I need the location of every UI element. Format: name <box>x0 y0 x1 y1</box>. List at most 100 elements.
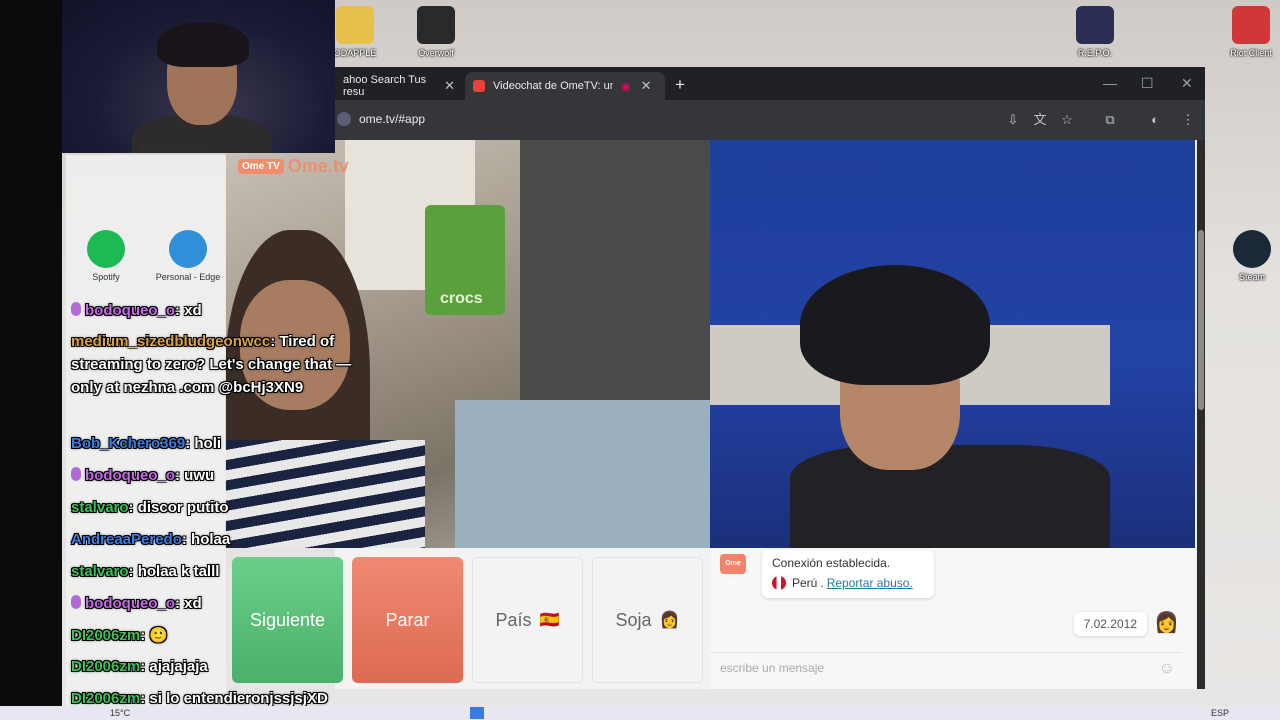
chat-user: bodoqueo_o <box>85 467 175 484</box>
tab-bar: ahoo Search Tus resu ✕ Videochat de OmeT… <box>335 67 1205 100</box>
remote-video <box>710 140 1195 548</box>
left-black-bar <box>0 0 62 720</box>
chat-line: stalvaro: discor putito <box>71 499 229 516</box>
stop-label: Parar <box>385 609 430 630</box>
site-info-icon[interactable] <box>337 112 351 126</box>
extensions-icon[interactable]: ⧉ <box>1102 112 1118 128</box>
chat-text: holaa <box>191 531 231 548</box>
message-input[interactable]: escribe un mensaje <box>710 652 1180 682</box>
desktop-icon-repo[interactable]: R.E.P.O. <box>1060 6 1130 58</box>
partner-avatar-icon: 👩 <box>1154 612 1179 634</box>
install-app-icon[interactable]: ⇩ <box>1005 112 1021 128</box>
tab-ometv[interactable]: Videochat de OmeTV: una ◉ ✕ <box>465 72 665 100</box>
language-indicator[interactable]: ESP <box>1211 708 1229 718</box>
desktop-icon-label: Personal - Edge <box>155 272 221 282</box>
ometv-favicon-icon <box>473 80 485 92</box>
chat-user: AndreaaPeredo <box>71 531 182 548</box>
mic-icon <box>71 595 81 609</box>
date-badge: 7.02.2012 <box>1073 612 1147 636</box>
close-icon[interactable]: ✕ <box>641 78 652 94</box>
chat-text: xd <box>184 595 202 612</box>
chat-user: bodoqueo_o <box>85 595 175 612</box>
next-button[interactable]: Siguiente <box>232 557 343 683</box>
chat-panel: Ome TV Conexión establecida. Perú . Repo… <box>710 548 1195 689</box>
recording-icon: ◉ <box>621 80 631 93</box>
chat-line: DI2006zm: ajajajaja <box>71 658 208 675</box>
scrollbar-thumb[interactable] <box>1198 230 1204 410</box>
minimize-button[interactable]: — <box>1103 75 1117 91</box>
address-bar: ome.tv/#app ⇩ 文 ☆ ⧉ ◐ ⋮ <box>335 100 1205 140</box>
chat-user: stalvaro <box>71 563 129 580</box>
chat-text: holi <box>194 435 222 452</box>
close-icon[interactable]: ✕ <box>444 78 455 94</box>
spotify-icon <box>87 230 125 268</box>
desktop-icon-edge-personal[interactable]: Personal - Edge <box>153 230 223 282</box>
desktop-icon-label: Spotify <box>92 272 120 282</box>
desktop-icon-label: Overwolf <box>418 48 454 58</box>
chat-line: Bob_Kchero369: holi <box>71 435 222 452</box>
connected-text: Conexión establecida. <box>772 556 891 570</box>
desktop-icon-label: Steam <box>1238 272 1265 282</box>
new-tab-button[interactable]: + <box>675 75 685 95</box>
mic-icon <box>71 302 81 316</box>
menu-icon[interactable]: ⋮ <box>1180 112 1196 128</box>
emoji-icon[interactable]: ☺ <box>1159 660 1175 678</box>
chat-user: bodoqueo_o <box>85 302 175 319</box>
chat-text: si lo entendieronjssjsjXD <box>149 690 328 707</box>
country-text: Perú <box>792 576 818 590</box>
chat-line: bodoqueo_o: xd <box>71 299 202 322</box>
peru-flag-icon <box>772 576 786 590</box>
chat-user: DI2006zm <box>71 658 141 675</box>
chat-text: holaa k talll <box>137 563 220 580</box>
chat-line: DI2006zm: 🙂 <box>71 627 169 644</box>
desktop-icon-edge[interactable]: Microsoft Edge <box>136 143 206 153</box>
desktop-icon-overwolf[interactable]: Overwolf <box>401 6 471 58</box>
ometv-logo-box: Ome TV <box>238 159 284 174</box>
next-label: Siguiente <box>249 609 326 630</box>
weather-text[interactable]: 15°C <box>110 708 130 718</box>
country-button[interactable]: País 🇪🇸 <box>472 557 583 683</box>
report-abuse-link[interactable]: Reportar abuso. <box>827 576 913 590</box>
desktop-icon-label: Riot Client <box>1230 48 1272 58</box>
repo-icon <box>1076 6 1114 44</box>
maximize-button[interactable]: ☐ <box>1141 75 1154 92</box>
translate-icon[interactable]: 文 <box>1032 112 1048 128</box>
woman-icon: 👩 <box>659 612 680 629</box>
tab-yahoo[interactable]: ahoo Search Tus resu ✕ <box>335 72 463 100</box>
tab-label: Videochat de OmeTV: una <box>493 80 613 92</box>
chat-line: medium_sizedbludgeonwcc: Tired of stream… <box>71 333 352 396</box>
bookmark-star-icon[interactable]: ☆ <box>1059 112 1075 128</box>
chat-line: stalvaro: holaa k talll <box>71 563 220 580</box>
ometv-logo: Ome TV Ome.tv <box>238 156 349 177</box>
person-hair <box>800 265 990 385</box>
chat-text: ajajajaja <box>149 658 208 675</box>
person-body <box>790 445 1110 548</box>
desktop-icon-label: ODAPPLE <box>333 48 377 58</box>
separator-text: . <box>820 576 824 590</box>
stop-button[interactable]: Parar <box>352 557 463 683</box>
scrollbar[interactable] <box>1197 140 1205 689</box>
chat-text: xd <box>184 302 202 319</box>
spain-flag-icon: 🇪🇸 <box>539 612 560 629</box>
chat-text: discor putito <box>137 499 229 516</box>
edge-icon <box>169 230 207 268</box>
chat-text: uwu <box>184 467 215 484</box>
profile-icon[interactable]: ◐ <box>1147 112 1163 128</box>
chat-user: DI2006zm <box>71 690 141 707</box>
riot-icon <box>1232 6 1270 44</box>
streamer-hair <box>157 22 249 67</box>
window-close-button[interactable]: ✕ <box>1181 75 1193 92</box>
bag-text: crocs <box>440 290 483 307</box>
taskbar: 15°C ESP <box>0 706 1280 720</box>
gender-button[interactable]: Soja 👩 <box>592 557 703 683</box>
chat-user: Bob_Kchero369 <box>71 435 186 452</box>
chat-line: bodoqueo_o: uwu <box>71 464 214 487</box>
desktop-icon-riot[interactable]: Riot Client <box>1222 6 1280 58</box>
chat-text: 🙂 <box>149 627 169 644</box>
streamer-webcam <box>62 0 335 153</box>
desktop-icon-spotify[interactable]: Spotify <box>71 230 141 282</box>
ometv-logo-text: Ome.tv <box>287 156 349 176</box>
start-icon[interactable] <box>470 707 484 719</box>
desktop-icon-steam[interactable]: Steam <box>1224 230 1280 282</box>
url-field[interactable]: ome.tv/#app <box>359 112 425 126</box>
